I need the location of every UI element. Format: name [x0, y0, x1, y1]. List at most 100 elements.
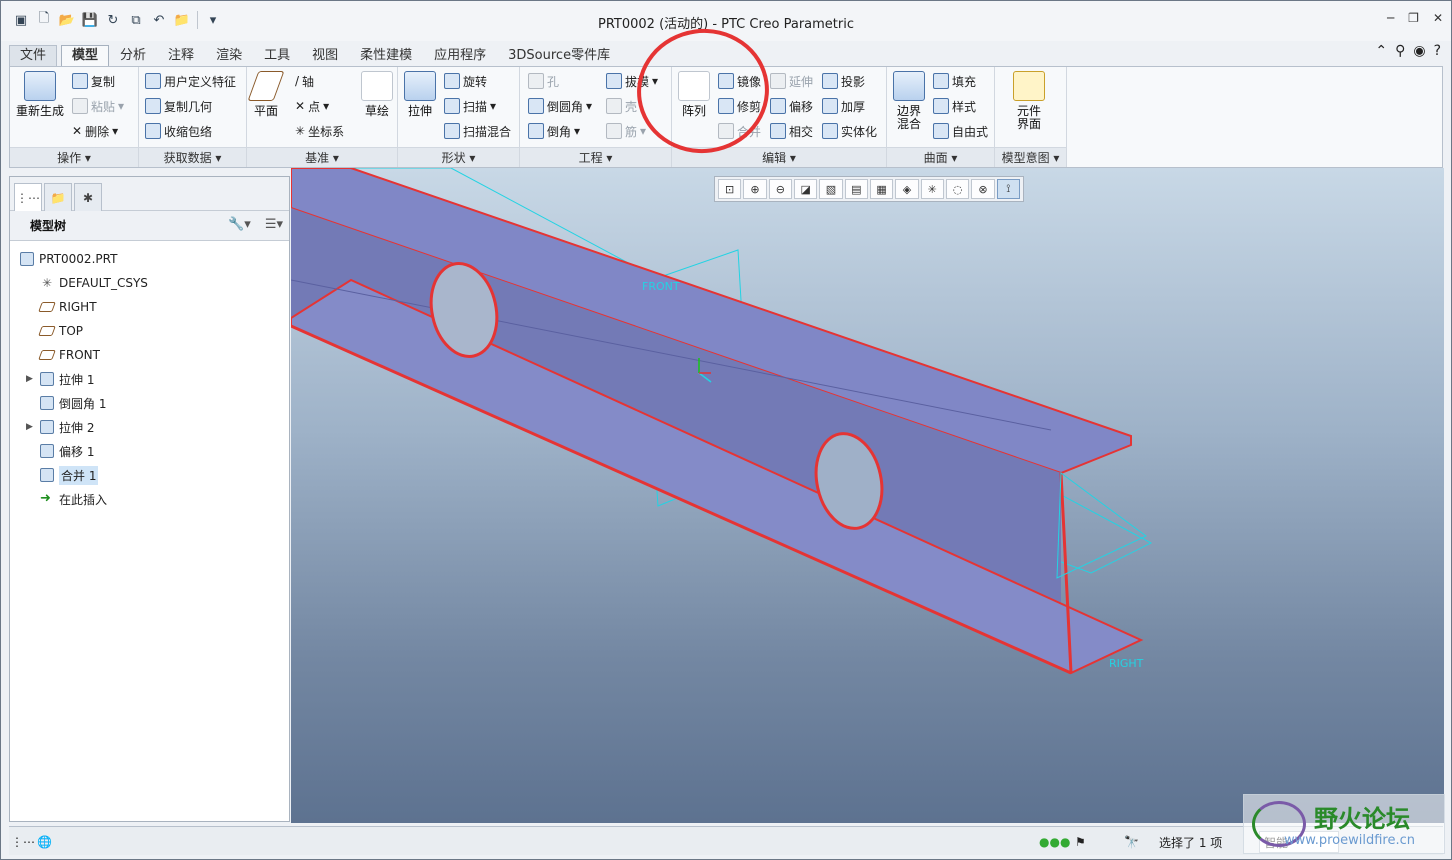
window-title: PRT0002 (活动的) - PTC Creo Parametric: [597, 17, 855, 32]
tree-item-csys[interactable]: ✳ DEFAULT_CSYS: [10, 271, 289, 295]
style-button[interactable]: 样式: [933, 96, 976, 116]
group-label[interactable]: 模型意图 ▾: [995, 147, 1066, 167]
flag-icon[interactable]: ⚑: [1075, 831, 1086, 853]
perspective-icon[interactable]: ◈: [895, 179, 919, 199]
delete-button[interactable]: ✕ 删除 ▾: [72, 121, 118, 141]
zoom-out-icon[interactable]: ⊖: [768, 179, 792, 199]
csys-button[interactable]: ✳ 坐标系: [295, 121, 344, 141]
paste-button[interactable]: 粘贴 ▾: [72, 96, 124, 116]
hole-button[interactable]: 孔: [528, 71, 559, 91]
plane-button[interactable]: 平面: [247, 71, 285, 118]
tree-item-merge-1[interactable]: 合并 1: [10, 463, 289, 487]
view-manager-icon[interactable]: ▦: [869, 179, 894, 199]
annotation-display-icon[interactable]: ◌: [945, 179, 970, 199]
zoom-in-icon[interactable]: ⊕: [743, 179, 767, 199]
ribbon-tabs: 文件 模型 分析 注释 渲染 工具 视图 柔性建模 应用程序 3DSource零…: [9, 45, 621, 67]
project-button[interactable]: 投影: [822, 71, 865, 91]
rib-icon: [606, 123, 622, 139]
tab-flexible-modeling[interactable]: 柔性建模: [349, 45, 423, 67]
tab-applications[interactable]: 应用程序: [423, 45, 497, 67]
copy-button[interactable]: 复制: [72, 71, 115, 91]
extend-button[interactable]: 延伸: [770, 71, 813, 91]
part-icon: [20, 252, 34, 266]
tree-item-extrude-1[interactable]: ▶ 拉伸 1: [10, 367, 289, 391]
repaint-icon[interactable]: ◪: [793, 179, 818, 199]
tree-item-top[interactable]: TOP: [10, 319, 289, 343]
window-controls: ─ ❐ ✕: [1387, 11, 1443, 25]
display-style-icon[interactable]: ▧: [819, 179, 843, 199]
boundary-blend-button[interactable]: 边界混合: [893, 71, 925, 131]
udf-button[interactable]: 用户定义特征: [145, 71, 236, 91]
graphics-viewport[interactable]: FRONT RIGHT ⊡ ⊕ ⊖ ◪ ▧ ▤ ▦ ◈ ✳ ◌ ⊗ ⟟: [291, 168, 1444, 823]
close-icon[interactable]: ✕: [1433, 11, 1443, 25]
search-icon[interactable]: ⚲: [1395, 43, 1405, 59]
tab-tools[interactable]: 工具: [253, 45, 301, 67]
spin-center-icon[interactable]: ⊗: [971, 179, 995, 199]
folder-browser-tab-icon[interactable]: 📁: [44, 183, 72, 211]
offset-button[interactable]: 偏移: [770, 96, 813, 116]
navigator-toggle-icon[interactable]: ⋮⋯: [11, 831, 35, 853]
expand-arrow-icon[interactable]: ▶: [26, 422, 33, 432]
sketch-button[interactable]: 草绘: [361, 71, 393, 118]
minimize-icon[interactable]: ─: [1387, 11, 1394, 25]
expand-arrow-icon[interactable]: ▶: [26, 374, 33, 384]
point-button[interactable]: ✕ 点 ▾: [295, 96, 329, 116]
shell-button[interactable]: 壳: [606, 96, 637, 116]
tab-annotate[interactable]: 注释: [157, 45, 205, 67]
rib-button[interactable]: 筋 ▾: [606, 121, 646, 141]
group-label[interactable]: 操作 ▾: [10, 147, 138, 167]
chamfer-button[interactable]: 倒角 ▾: [528, 121, 580, 141]
favorites-tab-icon[interactable]: ✱: [74, 183, 102, 211]
shrinkwrap-button[interactable]: 收缩包络: [145, 121, 212, 141]
tab-file[interactable]: 文件: [9, 45, 58, 67]
tree-item-right[interactable]: RIGHT: [10, 295, 289, 319]
refit-icon[interactable]: ⊡: [718, 179, 742, 199]
revolve-button[interactable]: 旋转: [444, 71, 487, 91]
axis-button[interactable]: / 轴: [295, 71, 314, 91]
group-model-intent: 元件界面 模型意图 ▾: [995, 67, 1067, 167]
tree-item-part[interactable]: PRT0002.PRT: [10, 247, 289, 271]
group-label[interactable]: 工程 ▾: [520, 147, 671, 167]
tab-3dsource[interactable]: 3DSource零件库: [497, 45, 621, 67]
front-label: FRONT: [642, 280, 680, 293]
tree-item-front[interactable]: FRONT: [10, 343, 289, 367]
saved-views-icon[interactable]: ▤: [844, 179, 868, 199]
tab-analysis[interactable]: 分析: [109, 45, 157, 67]
settings-icon[interactable]: 🔧▾: [228, 217, 251, 232]
selection-filter-icon[interactable]: ⟟: [996, 179, 1020, 199]
tree-item-extrude-2[interactable]: ▶ 拉伸 2: [10, 415, 289, 439]
community-icon[interactable]: ◉: [1413, 43, 1425, 59]
group-label[interactable]: 获取数据 ▾: [139, 147, 246, 167]
solidify-button[interactable]: 实体化: [822, 121, 877, 141]
tab-render[interactable]: 渲染: [205, 45, 253, 67]
group-label[interactable]: 形状 ▾: [398, 147, 519, 167]
tree-item-insert-here[interactable]: ➜ 在此插入: [10, 487, 289, 511]
group-label[interactable]: 曲面 ▾: [887, 147, 994, 167]
round-button[interactable]: 倒圆角 ▾: [528, 96, 592, 116]
datum-display-icon[interactable]: ✳: [920, 179, 944, 199]
copy-geometry-button[interactable]: 复制几何: [145, 96, 212, 116]
fill-button[interactable]: 填充: [933, 71, 976, 91]
collapse-ribbon-icon[interactable]: ⌃: [1375, 43, 1387, 59]
show-icon[interactable]: ☰▾: [265, 217, 283, 232]
freestyle-button[interactable]: 自由式: [933, 121, 988, 141]
component-interface-icon: [1013, 71, 1045, 101]
component-interface-button[interactable]: 元件界面: [1013, 71, 1045, 131]
browser-toggle-icon[interactable]: 🌐: [37, 831, 52, 853]
tab-model[interactable]: 模型: [61, 45, 110, 67]
find-icon[interactable]: 🔭: [1124, 831, 1139, 853]
extrude-button[interactable]: 拉伸: [404, 71, 436, 118]
swept-blend-button[interactable]: 扫描混合: [444, 121, 511, 141]
tree-item-offset-1[interactable]: 偏移 1: [10, 439, 289, 463]
intersect-button[interactable]: 相交: [770, 121, 813, 141]
help-icon[interactable]: ?: [1434, 43, 1441, 59]
round-icon: [528, 98, 544, 114]
tree-item-round-1[interactable]: 倒圆角 1: [10, 391, 289, 415]
group-label[interactable]: 基准 ▾: [247, 147, 397, 167]
model-tree-tab-icon[interactable]: ⋮⋯: [14, 183, 42, 211]
sweep-button[interactable]: 扫描 ▾: [444, 96, 496, 116]
maximize-icon[interactable]: ❐: [1408, 11, 1419, 25]
tab-view[interactable]: 视图: [301, 45, 349, 67]
regenerate-button[interactable]: 重新生成: [16, 71, 64, 118]
thicken-button[interactable]: 加厚: [822, 96, 865, 116]
